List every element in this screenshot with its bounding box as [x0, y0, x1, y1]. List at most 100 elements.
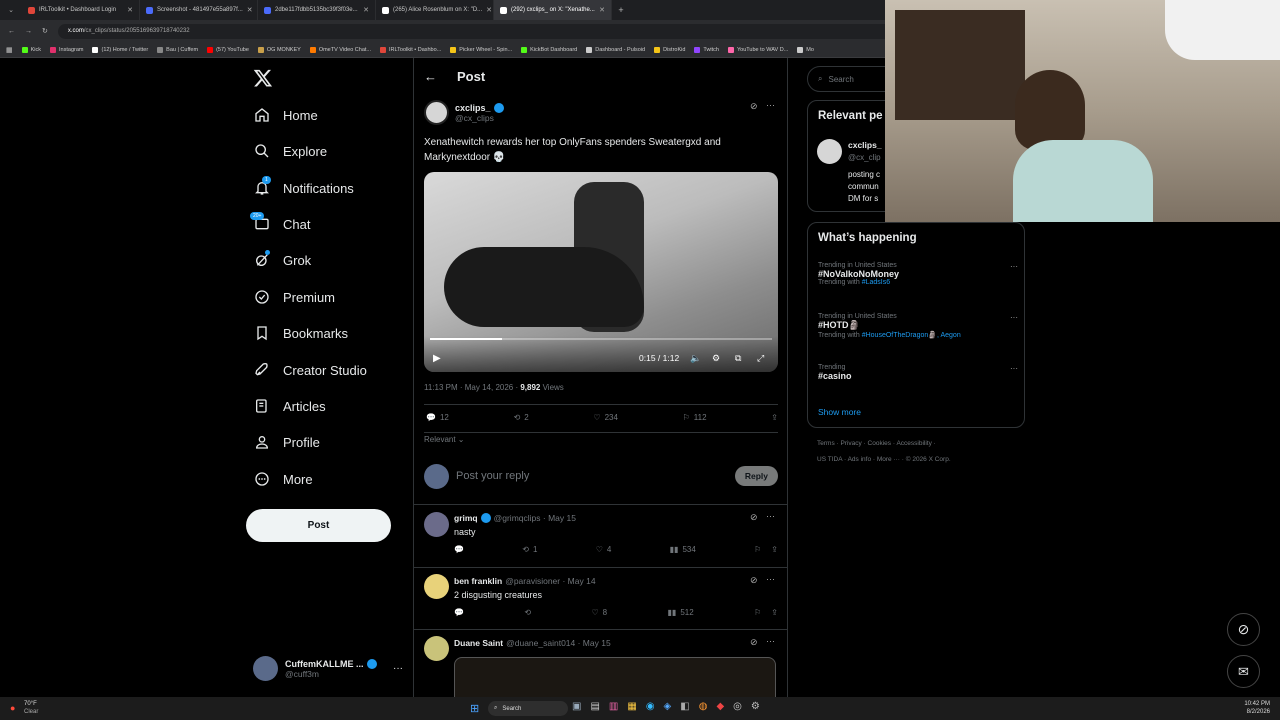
close-icon[interactable]: ✕ — [599, 6, 605, 14]
nav-item-articles[interactable]: Articles — [254, 391, 326, 421]
repost-button[interactable]: ⟲ 1 — [522, 545, 537, 554]
like-button[interactable]: ♡ 234 — [593, 413, 618, 422]
x-logo-icon[interactable] — [253, 68, 273, 88]
nav-item-more[interactable]: More — [254, 464, 313, 494]
taskbar-app-icon[interactable]: ◎ — [733, 701, 742, 712]
taskbar-app-icon[interactable]: ▣ — [572, 701, 581, 712]
taskbar-app-icon[interactable]: ◍ — [699, 701, 708, 712]
browser-tab[interactable]: 2dbe117fdbb5135bc39f3f03e... ✕ — [258, 0, 376, 20]
reply-icon[interactable]: 💬 — [454, 545, 464, 554]
pip-icon[interactable]: ⧉ — [735, 353, 741, 364]
bookmark-item[interactable]: IRLToolkit • Dashbo... — [380, 46, 441, 53]
taskbar-app-icon[interactable]: ◧ — [680, 701, 689, 712]
footer-links[interactable]: Terms · Privacy · Cookies · Accessibilit… — [817, 440, 936, 447]
post-author[interactable]: cxclips_ @cx_clips — [424, 100, 504, 125]
share-icon[interactable]: ⇪ — [771, 413, 778, 422]
more-dots-icon[interactable]: ··· — [1010, 262, 1018, 271]
nav-item-creator-studio[interactable]: Creator Studio — [254, 355, 367, 385]
close-icon[interactable]: ✕ — [127, 6, 133, 14]
messages-float-icon[interactable]: ✉ — [1227, 655, 1260, 688]
url-input[interactable]: x.com/cx_clips/status/205516963971874023… — [57, 23, 918, 39]
apps-icon[interactable]: ▦ — [6, 46, 13, 54]
bookmark-button[interactable]: ⚐ 112 — [683, 413, 707, 422]
video-player[interactable]: ▶ 0:15 / 1:12 🔈 ⚙ ⧉ ⤢ — [424, 172, 778, 372]
reply-input[interactable]: Post your reply — [456, 470, 728, 482]
bookmark-item[interactable]: DistroKid — [654, 46, 685, 53]
views-button[interactable]: ▮▮ 512 — [668, 608, 694, 617]
bookmark-item[interactable]: YouTube to WAV D... — [728, 46, 788, 53]
nav-item-profile[interactable]: Profile — [254, 427, 320, 457]
trend-item[interactable]: Trending #casino ··· — [818, 364, 1018, 381]
video-progress-track[interactable] — [430, 338, 772, 340]
more-dots-icon[interactable]: ··· — [766, 100, 775, 110]
footer-links[interactable]: US TIDA · Ads info · More ··· · © 2026 X… — [817, 456, 951, 463]
more-dots-icon[interactable]: ··· — [766, 574, 775, 584]
browser-tab[interactable]: IRLToolkit • Dashboard Login ✕ — [22, 0, 140, 20]
nav-item-premium[interactable]: Premium — [254, 282, 335, 312]
taskbar-app-icon[interactable]: ▦ — [627, 701, 636, 712]
bookmark-item[interactable]: Picker Wheel - Spin... — [450, 46, 512, 53]
new-tab-button[interactable]: + — [612, 5, 630, 15]
like-button[interactable]: ♡ 8 — [591, 608, 607, 617]
account-switcher[interactable]: CuffemKALLME ... @cuff3m ··· — [253, 655, 403, 682]
reply-button[interactable]: 💬 12 — [426, 413, 449, 422]
nav-item-grok[interactable]: Grok — [254, 245, 311, 275]
play-icon[interactable]: ▶ — [433, 353, 441, 364]
nav-item-home[interactable]: Home — [254, 100, 318, 130]
taskbar-search[interactable]: ⌕ Search — [488, 701, 568, 716]
nav-item-bookmarks[interactable]: Bookmarks — [254, 318, 348, 348]
nav-item-explore[interactable]: Explore — [254, 136, 327, 166]
more-dots-icon[interactable]: ··· — [393, 663, 403, 674]
sort-dropdown[interactable]: Relevant ⌄ — [424, 435, 465, 444]
share-icon[interactable]: ⇪ — [771, 608, 778, 617]
taskbar-app-icon[interactable]: ◉ — [646, 701, 655, 712]
weather-icon[interactable]: ● — [10, 703, 15, 713]
browser-tab-active[interactable]: (292) cxclips_ on X: "Xenathe... ✕ — [494, 0, 612, 20]
grok-explain-icon[interactable]: ⊘ — [750, 512, 758, 523]
nav-item-notifications[interactable]: 1 Notifications — [254, 173, 354, 203]
reply-item[interactable]: ben franklin @paravisioner · May 14 ⊘ ···… — [414, 568, 787, 630]
browser-tab[interactable]: (265) Alice Rosenblum on X: "D... ✕ — [376, 0, 494, 20]
bookmark-item[interactable]: Twitch — [694, 46, 719, 53]
windows-start-icon[interactable]: ⊞ — [470, 702, 479, 715]
close-icon[interactable]: ✕ — [247, 6, 253, 14]
bookmark-item[interactable]: Kick — [21, 46, 41, 53]
tab-list-icon[interactable]: ⌄ — [0, 0, 22, 20]
bookmark-item[interactable]: OG MONKEY — [257, 46, 301, 53]
like-button[interactable]: ♡ 4 — [596, 545, 612, 554]
bookmark-item[interactable]: Bau | Cuffem — [157, 46, 198, 53]
repost-button[interactable]: ⟲ 2 — [514, 413, 529, 422]
settings-icon[interactable]: ⚙ — [712, 353, 720, 364]
nav-item-chat[interactable]: 20+ Chat — [250, 209, 310, 239]
views-button[interactable]: ▮▮ 534 — [670, 545, 696, 554]
fullscreen-icon[interactable]: ⤢ — [757, 353, 764, 364]
trend-item[interactable]: Trending in United States #HOTD🗿 Trendin… — [818, 313, 1018, 339]
taskbar-app-icon[interactable]: ▤ — [590, 701, 599, 712]
bookmark-item[interactable]: OmeTV Video Chat... — [309, 46, 371, 53]
grok-float-icon[interactable]: ⊘ — [1227, 613, 1260, 646]
close-icon[interactable]: ✕ — [486, 6, 492, 14]
bookmark-icon[interactable]: ⚐ — [754, 545, 761, 554]
bookmark-item[interactable]: (57) YouTube — [207, 46, 249, 53]
bookmark-item[interactable]: (12) Home / Twitter — [92, 46, 148, 53]
close-icon[interactable]: ✕ — [363, 6, 369, 14]
post-button[interactable]: Post — [246, 509, 391, 542]
volume-icon[interactable]: 🔈 — [690, 353, 701, 364]
more-dots-icon[interactable]: ··· — [766, 511, 775, 521]
avatar[interactable] — [817, 139, 842, 164]
reply-item[interactable]: Duane Saint @duane_saint014 · May 15 ⊘ ··… — [414, 630, 787, 698]
repost-icon[interactable]: ⟲ — [524, 608, 531, 617]
back-icon[interactable]: ← — [8, 28, 15, 35]
bookmark-item[interactable]: KickBot Dashboard — [521, 46, 577, 53]
reply-media[interactable] — [454, 657, 776, 698]
reply-item[interactable]: grimq @grimqclips · May 15 ⊘ ··· nasty 💬 … — [414, 505, 787, 567]
bookmark-item[interactable]: Instagram — [50, 46, 83, 53]
taskbar-app-icon[interactable]: ◆ — [716, 701, 724, 712]
back-arrow-icon[interactable]: ← — [424, 69, 437, 84]
bookmark-item[interactable]: Mo — [797, 46, 814, 53]
browser-tab[interactable]: Screenshot - 481497e55a897f... ✕ — [140, 0, 258, 20]
more-dots-icon[interactable]: ··· — [1010, 364, 1018, 373]
taskbar-app-icon[interactable]: ⚙ — [751, 701, 760, 712]
bookmark-item[interactable]: Dashboard - Pulsoid — [586, 46, 645, 53]
grok-explain-icon[interactable]: ⊘ — [750, 575, 758, 586]
